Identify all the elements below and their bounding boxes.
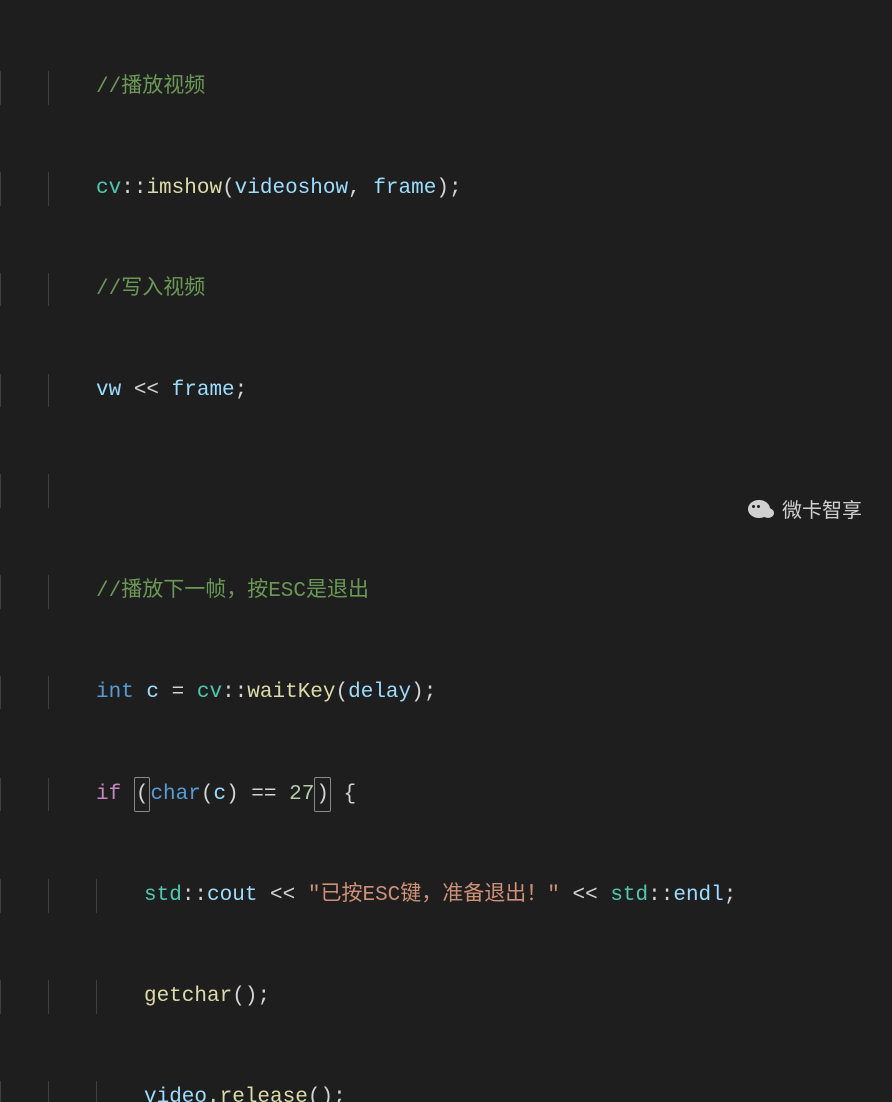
wechat-icon [748, 498, 774, 524]
paren-match: ) [314, 777, 331, 813]
namespace: cv [96, 172, 121, 206]
paren-match: ( [134, 777, 151, 813]
code-line: video.release(); [0, 1081, 892, 1102]
code-line: getchar(); [0, 980, 892, 1014]
function-call: imshow [146, 172, 222, 206]
code-line: std::cout << "已按ESC键，准备退出！" << std::endl… [0, 879, 892, 913]
code-line: int c = cv::waitKey(delay); [0, 676, 892, 710]
code-line: //播放下一帧，按ESC是退出 [0, 575, 892, 609]
code-line: cv::imshow(videoshow, frame); [0, 172, 892, 206]
type-keyword: int [96, 676, 134, 710]
function-call: waitKey [247, 676, 335, 710]
code-line: if (char(c) == 27) { [0, 777, 892, 813]
watermark: 微卡智享 [748, 495, 862, 527]
function-call: getchar [144, 980, 232, 1014]
if-keyword: if [96, 778, 121, 812]
watermark-text: 微卡智享 [782, 495, 862, 527]
string-literal: "已按ESC键，准备退出！" [308, 879, 560, 913]
comment: //播放下一帧，按ESC是退出 [96, 575, 369, 609]
comment: //写入视频 [96, 273, 205, 307]
code-line: //播放视频 [0, 71, 892, 105]
function-call: release [220, 1081, 308, 1102]
code-line: vw << frame; [0, 374, 892, 408]
code-editor[interactable]: //播放视频 cv::imshow(videoshow, frame); //写… [0, 0, 892, 1102]
comment: //播放视频 [96, 71, 205, 105]
code-line: //写入视频 [0, 273, 892, 307]
